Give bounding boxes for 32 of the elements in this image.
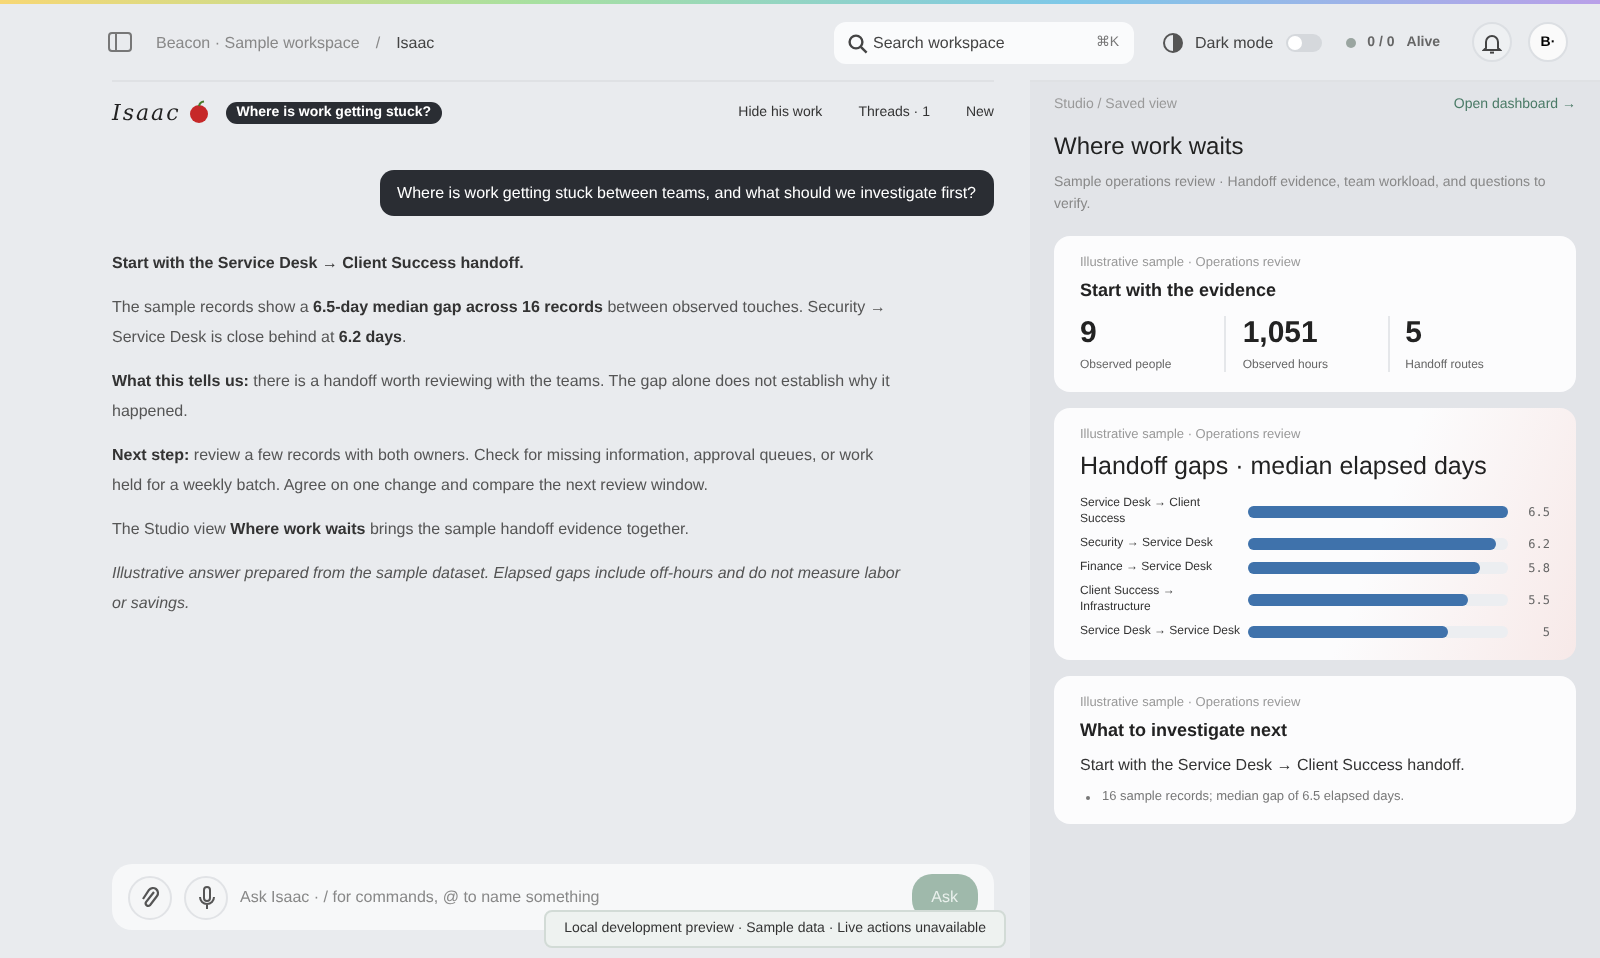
bell-icon — [1482, 31, 1502, 53]
microphone-icon — [197, 885, 215, 909]
card-lead: Start with the Service Desk → Client Success handoff. — [1080, 756, 1467, 774]
microphone-button[interactable] — [184, 875, 228, 919]
search-icon — [847, 33, 868, 53]
answer-paragraph: What this tells us: there is a handoff worth reviewing with the teams. The gap alone does not establish why it happened. — [112, 370, 892, 424]
view-title: Where work waits — [1054, 132, 1246, 160]
stat-value: 5 — [1405, 316, 1424, 350]
card-title: What to investigate next — [1080, 720, 1290, 740]
sidebar-icon[interactable] — [108, 32, 132, 52]
isaac-logo: Isaac — [112, 99, 181, 125]
answer-paragraph: The Studio view Where work waits brings the sample handoff evidence together. — [112, 518, 691, 542]
stat-value: 1,051 — [1242, 316, 1320, 350]
chart-title: Handoff gaps · median elapsed days — [1080, 452, 1489, 480]
attach-button[interactable] — [128, 875, 172, 919]
notifications-button[interactable] — [1472, 22, 1512, 62]
answer-paragraph: Next step: review a few records with both owners. Check for missing information, approval queues, or work held for a weekly batch. Agree on one change and compare the next review window. — [112, 444, 876, 498]
status-dot — [1345, 37, 1356, 47]
dark-mode-toggle[interactable] — [1285, 33, 1322, 51]
user-question-bubble: Where is work getting stuck between teams, and what should we investigate first? — [379, 170, 994, 216]
answer-paragraph: The sample records show a 6.5-day median gap across 16 records between observed touches. Security → Service Desk is close behind at 6.2 days. — [112, 296, 888, 350]
message-input[interactable]: Ask Isaac · / for commands, @ to name something — [240, 888, 900, 906]
card-title: Start with the evidence — [1080, 280, 1279, 300]
theme-icon — [1161, 31, 1184, 53]
breadcrumb-current: Isaac — [396, 33, 435, 51]
answer-paragraph: Illustrative answer prepared from the sample dataset. Elapsed gaps include off-hours and do not measure labor or savings. — [112, 562, 902, 616]
paperclip-icon — [140, 885, 160, 909]
stat-value: 9 — [1080, 316, 1099, 350]
dark-mode-label: Dark mode — [1195, 33, 1274, 51]
breadcrumb-separator: / — [375, 33, 381, 51]
apple-icon — [188, 100, 211, 124]
answer-paragraph: Start with the Service Desk → Client Success handoff. — [112, 252, 526, 276]
